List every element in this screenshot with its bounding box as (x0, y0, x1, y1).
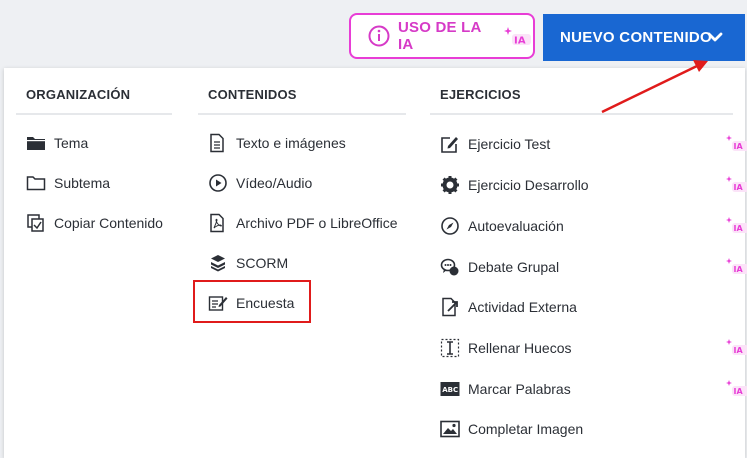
menu-item-label: Actividad Externa (468, 299, 577, 315)
menu-item-tema[interactable]: Tema (26, 131, 88, 155)
document-icon (208, 133, 230, 153)
ia-sparkle-icon: IA (503, 25, 533, 47)
ia-logo-text: IA (514, 36, 526, 47)
image-icon (440, 419, 462, 439)
ia-badge-icon: IA (725, 134, 747, 152)
menu-item-copiar-contenido[interactable]: Copiar Contenido (26, 211, 163, 235)
copy-content-icon (26, 213, 48, 233)
svg-text:IA: IA (734, 346, 744, 355)
menu-item-archivo-pdf[interactable]: Archivo PDF o LibreOffice (208, 211, 398, 235)
new-content-dropdown: ORGANIZACIÓN Tema Subtema Copiar Conteni… (4, 68, 747, 458)
compass-icon (440, 216, 462, 236)
ia-usage-button[interactable]: USO DE LA IA IA (349, 13, 535, 59)
new-content-label: NUEVO CONTENIDO (560, 29, 713, 46)
svg-text:IA: IA (734, 265, 744, 274)
new-content-button[interactable]: NUEVO CONTENIDO (543, 14, 745, 61)
ia-badge-icon: IA (725, 257, 747, 275)
gear-icon (440, 175, 462, 195)
menu-item-scorm[interactable]: SCORM (208, 251, 288, 275)
ia-badge-icon: IA (725, 175, 747, 193)
ia-badge-icon: IA (725, 216, 747, 234)
menu-item-rellenar-huecos[interactable]: Rellenar Huecos IA (440, 336, 747, 360)
menu-item-label: Texto e imágenes (236, 135, 346, 151)
text-cursor-icon (440, 338, 462, 358)
folder-outline-icon (26, 173, 48, 193)
menu-item-label: Copiar Contenido (54, 215, 163, 231)
svg-text:IA: IA (734, 142, 744, 151)
menu-item-label: Debate Grupal (468, 259, 560, 275)
column-title-contenidos: CONTENIDOS (208, 87, 297, 102)
scorm-box-icon (208, 253, 230, 273)
svg-text:ABC: ABC (442, 386, 458, 394)
menu-item-label: Ejercicio Test (468, 136, 551, 152)
menu-item-label: Autoevaluación (468, 218, 564, 234)
menu-item-label: Subtema (54, 175, 111, 191)
menu-item-ejercicio-test[interactable]: Ejercicio Test IA (440, 132, 747, 156)
menu-item-label: Archivo PDF o LibreOffice (236, 215, 398, 231)
menu-item-marcar-palabras[interactable]: ABC Marcar Palabras IA (440, 377, 747, 401)
menu-item-completar-imagen[interactable]: Completar Imagen (440, 417, 745, 441)
svg-text:IA: IA (734, 224, 744, 233)
column-divider (198, 113, 406, 115)
pdf-file-icon (208, 213, 230, 233)
menu-item-ejercicio-desarrollo[interactable]: Ejercicio Desarrollo IA (440, 173, 747, 197)
column-title-ejercicios: EJERCICIOS (440, 87, 521, 102)
menu-item-actividad-externa[interactable]: Actividad Externa (440, 295, 745, 319)
column-title-organizacion: ORGANIZACIÓN (26, 87, 131, 102)
play-circle-icon (208, 173, 230, 193)
ia-badge-icon: IA (725, 338, 747, 356)
menu-item-encuesta[interactable]: Encuesta (208, 291, 294, 315)
menu-item-label: Completar Imagen (468, 421, 584, 437)
menu-item-label: Marcar Palabras (468, 381, 571, 397)
svg-text:IA: IA (734, 387, 744, 396)
menu-item-texto-imagenes[interactable]: Texto e imágenes (208, 131, 346, 155)
menu-item-label: Vídeo/Audio (236, 175, 313, 191)
info-circle-icon (368, 25, 390, 47)
svg-text:IA: IA (734, 183, 744, 192)
survey-icon (208, 293, 230, 313)
edit-square-icon (440, 134, 462, 154)
chevron-down-icon (707, 29, 723, 49)
ia-usage-label: USO DE LA IA (398, 19, 481, 53)
abc-icon: ABC (440, 379, 462, 399)
menu-item-label: SCORM (236, 255, 289, 271)
menu-item-label: Tema (54, 135, 89, 151)
column-divider (430, 113, 733, 115)
folder-filled-icon (26, 133, 48, 153)
menu-item-autoevaluacion[interactable]: Autoevaluación IA (440, 214, 747, 238)
chat-bubbles-icon (440, 257, 462, 277)
menu-item-label: Rellenar Huecos (468, 340, 572, 356)
menu-item-video-audio[interactable]: Vídeo/Audio (208, 171, 312, 195)
menu-item-label: Ejercicio Desarrollo (468, 177, 589, 193)
menu-item-label: Encuesta (236, 295, 295, 311)
menu-item-debate-grupal[interactable]: Debate Grupal IA (440, 255, 747, 279)
external-link-icon (440, 297, 462, 317)
column-divider (16, 113, 172, 115)
ia-badge-icon: IA (725, 379, 747, 397)
top-bar: USO DE LA IA IA NUEVO CONTENIDO (0, 0, 747, 68)
menu-item-subtema[interactable]: Subtema (26, 171, 110, 195)
